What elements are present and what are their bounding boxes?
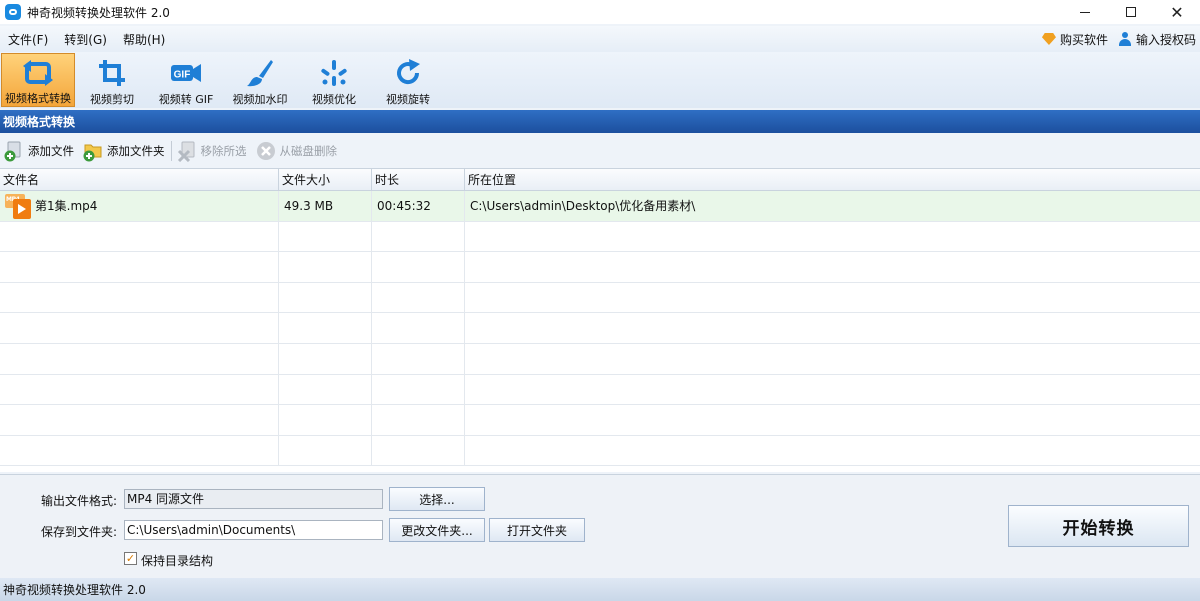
menu-bar: 文件(F) 转到(G) 帮助(H) 购买软件 输入授权码 [0, 26, 1200, 52]
table-row-empty [0, 252, 1200, 283]
close-icon: ✕ [1170, 2, 1184, 22]
remove-icon [176, 140, 198, 163]
app-logo-icon [5, 4, 21, 20]
column-header-location[interactable]: 所在位置 [465, 169, 1200, 191]
table-row-empty [0, 282, 1200, 314]
brush-icon [244, 57, 276, 89]
diamond-icon [1041, 33, 1056, 45]
menu-help[interactable]: 帮助(H) [115, 31, 173, 48]
add-file-label: 添加文件 [28, 144, 74, 158]
add-file-button[interactable]: 添加文件 [3, 140, 74, 162]
save-folder-field[interactable]: C:\Users\admin\Documents\ [124, 520, 383, 540]
column-header-duration[interactable]: 时长 [372, 169, 465, 191]
tool-label: 视频旋转 [386, 93, 430, 106]
tool-video-optimize[interactable]: 视频优化 [297, 53, 371, 107]
status-bar: 神奇视频转换处理软件 2.0 [0, 578, 1200, 601]
tool-label: 视频格式转换 [5, 92, 71, 105]
cell-file-size: 49.3 MB [279, 191, 372, 221]
app-window: 神奇视频转换处理软件 2.0 ✕ 文件(F) 转到(G) 帮助(H) 购买软件 … [0, 0, 1200, 601]
save-folder-label: 保存到文件夹: [41, 525, 118, 539]
file-action-bar: 添加文件 添加文件夹 移除所选 从磁盘删除 [0, 136, 1200, 166]
table-row-empty [0, 313, 1200, 344]
toolbar-separator [170, 141, 172, 161]
main-toolbar: 视频格式转换 视频剪切 GIF 视频转 GIF 视频加水印 视频优化 视频旋转 [0, 52, 1200, 108]
change-folder-button[interactable]: 更改文件夹... [389, 518, 485, 542]
minimize-button[interactable] [1062, 0, 1108, 24]
gif-text: GIF [174, 70, 191, 81]
column-header-name[interactable]: 文件名 [0, 169, 279, 191]
output-settings-panel: 输出文件格式: MP4 同源文件 选择... 保存到文件夹: C:\Users\… [0, 474, 1200, 578]
cell-file-name: MP4 第1集.mp4 [0, 191, 279, 221]
tool-video-rotate[interactable]: 视频旋转 [371, 53, 445, 107]
delete-from-disk-button[interactable]: 从磁盘删除 [255, 140, 338, 162]
tool-video-watermark[interactable]: 视频加水印 [223, 53, 297, 107]
output-format-label: 输出文件格式: [41, 494, 118, 508]
convert-icon [22, 58, 54, 88]
maximize-icon [1126, 7, 1136, 17]
enter-license-link[interactable]: 输入授权码 [1118, 31, 1196, 48]
table-row-empty [0, 405, 1200, 436]
choose-format-button[interactable]: 选择... [389, 487, 485, 511]
remove-selected-label: 移除所选 [200, 144, 247, 158]
column-header-size[interactable]: 文件大小 [279, 169, 372, 191]
close-button[interactable]: ✕ [1154, 0, 1200, 24]
table-row-empty [0, 374, 1200, 406]
tool-label: 视频转 GIF [158, 93, 214, 106]
keep-structure-label: 保持目录结构 [141, 554, 214, 568]
title-bar: 神奇视频转换处理软件 2.0 ✕ [0, 0, 1200, 24]
enter-license-label: 输入授权码 [1135, 32, 1196, 47]
file-name: 第1集.mp4 [35, 199, 98, 214]
menu-goto[interactable]: 转到(G) [56, 31, 115, 48]
open-folder-button[interactable]: 打开文件夹 [489, 518, 585, 542]
window-title: 神奇视频转换处理软件 2.0 [27, 5, 170, 20]
minimize-icon [1080, 11, 1090, 13]
tool-label: 视频优化 [312, 93, 356, 106]
gif-icon: GIF [170, 57, 202, 89]
output-format-field[interactable]: MP4 同源文件 [124, 489, 383, 509]
maximize-button[interactable] [1108, 0, 1154, 24]
section-title: 视频格式转换 [0, 110, 1200, 133]
table-body: MP4 第1集.mp4 49.3 MB 00:45:32 C:\Users\ad… [0, 191, 1200, 467]
start-convert-button[interactable]: 开始转换 [1008, 505, 1189, 547]
tool-label: 视频剪切 [90, 93, 134, 106]
file-table: 文件名 文件大小 时长 所在位置 MP4 第1集.mp4 49.3 MB 00:… [0, 168, 1200, 472]
tool-video-to-gif[interactable]: GIF 视频转 GIF [149, 53, 223, 107]
add-folder-icon [82, 140, 104, 162]
tool-video-crop[interactable]: 视频剪切 [75, 53, 149, 107]
remove-selected-button[interactable]: 移除所选 [176, 140, 247, 163]
user-icon [1118, 32, 1132, 46]
table-row[interactable]: MP4 第1集.mp4 49.3 MB 00:45:32 C:\Users\ad… [0, 191, 1200, 222]
buy-software-link[interactable]: 购买软件 [1041, 31, 1108, 48]
cell-duration: 00:45:32 [372, 191, 465, 221]
tool-format-convert[interactable]: 视频格式转换 [1, 53, 75, 107]
window-controls: ✕ [1062, 0, 1200, 24]
table-row-empty [0, 435, 1200, 467]
tool-label: 视频加水印 [232, 93, 288, 106]
delete-icon [255, 140, 277, 162]
cell-location: C:\Users\admin\Desktop\优化备用素材\ [470, 199, 696, 214]
add-folder-button[interactable]: 添加文件夹 [82, 140, 165, 162]
rotate-icon [392, 57, 424, 89]
keep-structure-checkbox[interactable]: ✓ [124, 552, 137, 565]
buy-software-label: 购买软件 [1059, 32, 1108, 47]
file-icon-badge [13, 198, 31, 219]
video-file-icon: MP4 [3, 193, 31, 219]
table-row-empty [0, 221, 1200, 253]
crop-icon [96, 57, 128, 89]
table-row-empty [0, 343, 1200, 375]
table-header: 文件名 文件大小 时长 所在位置 [0, 169, 1200, 191]
optimize-icon [318, 57, 350, 89]
menu-file[interactable]: 文件(F) [0, 31, 56, 48]
add-file-icon [3, 140, 25, 162]
menu-right-links: 购买软件 输入授权码 [1041, 26, 1196, 52]
add-folder-label: 添加文件夹 [107, 144, 165, 158]
delete-from-disk-label: 从磁盘删除 [279, 144, 338, 158]
